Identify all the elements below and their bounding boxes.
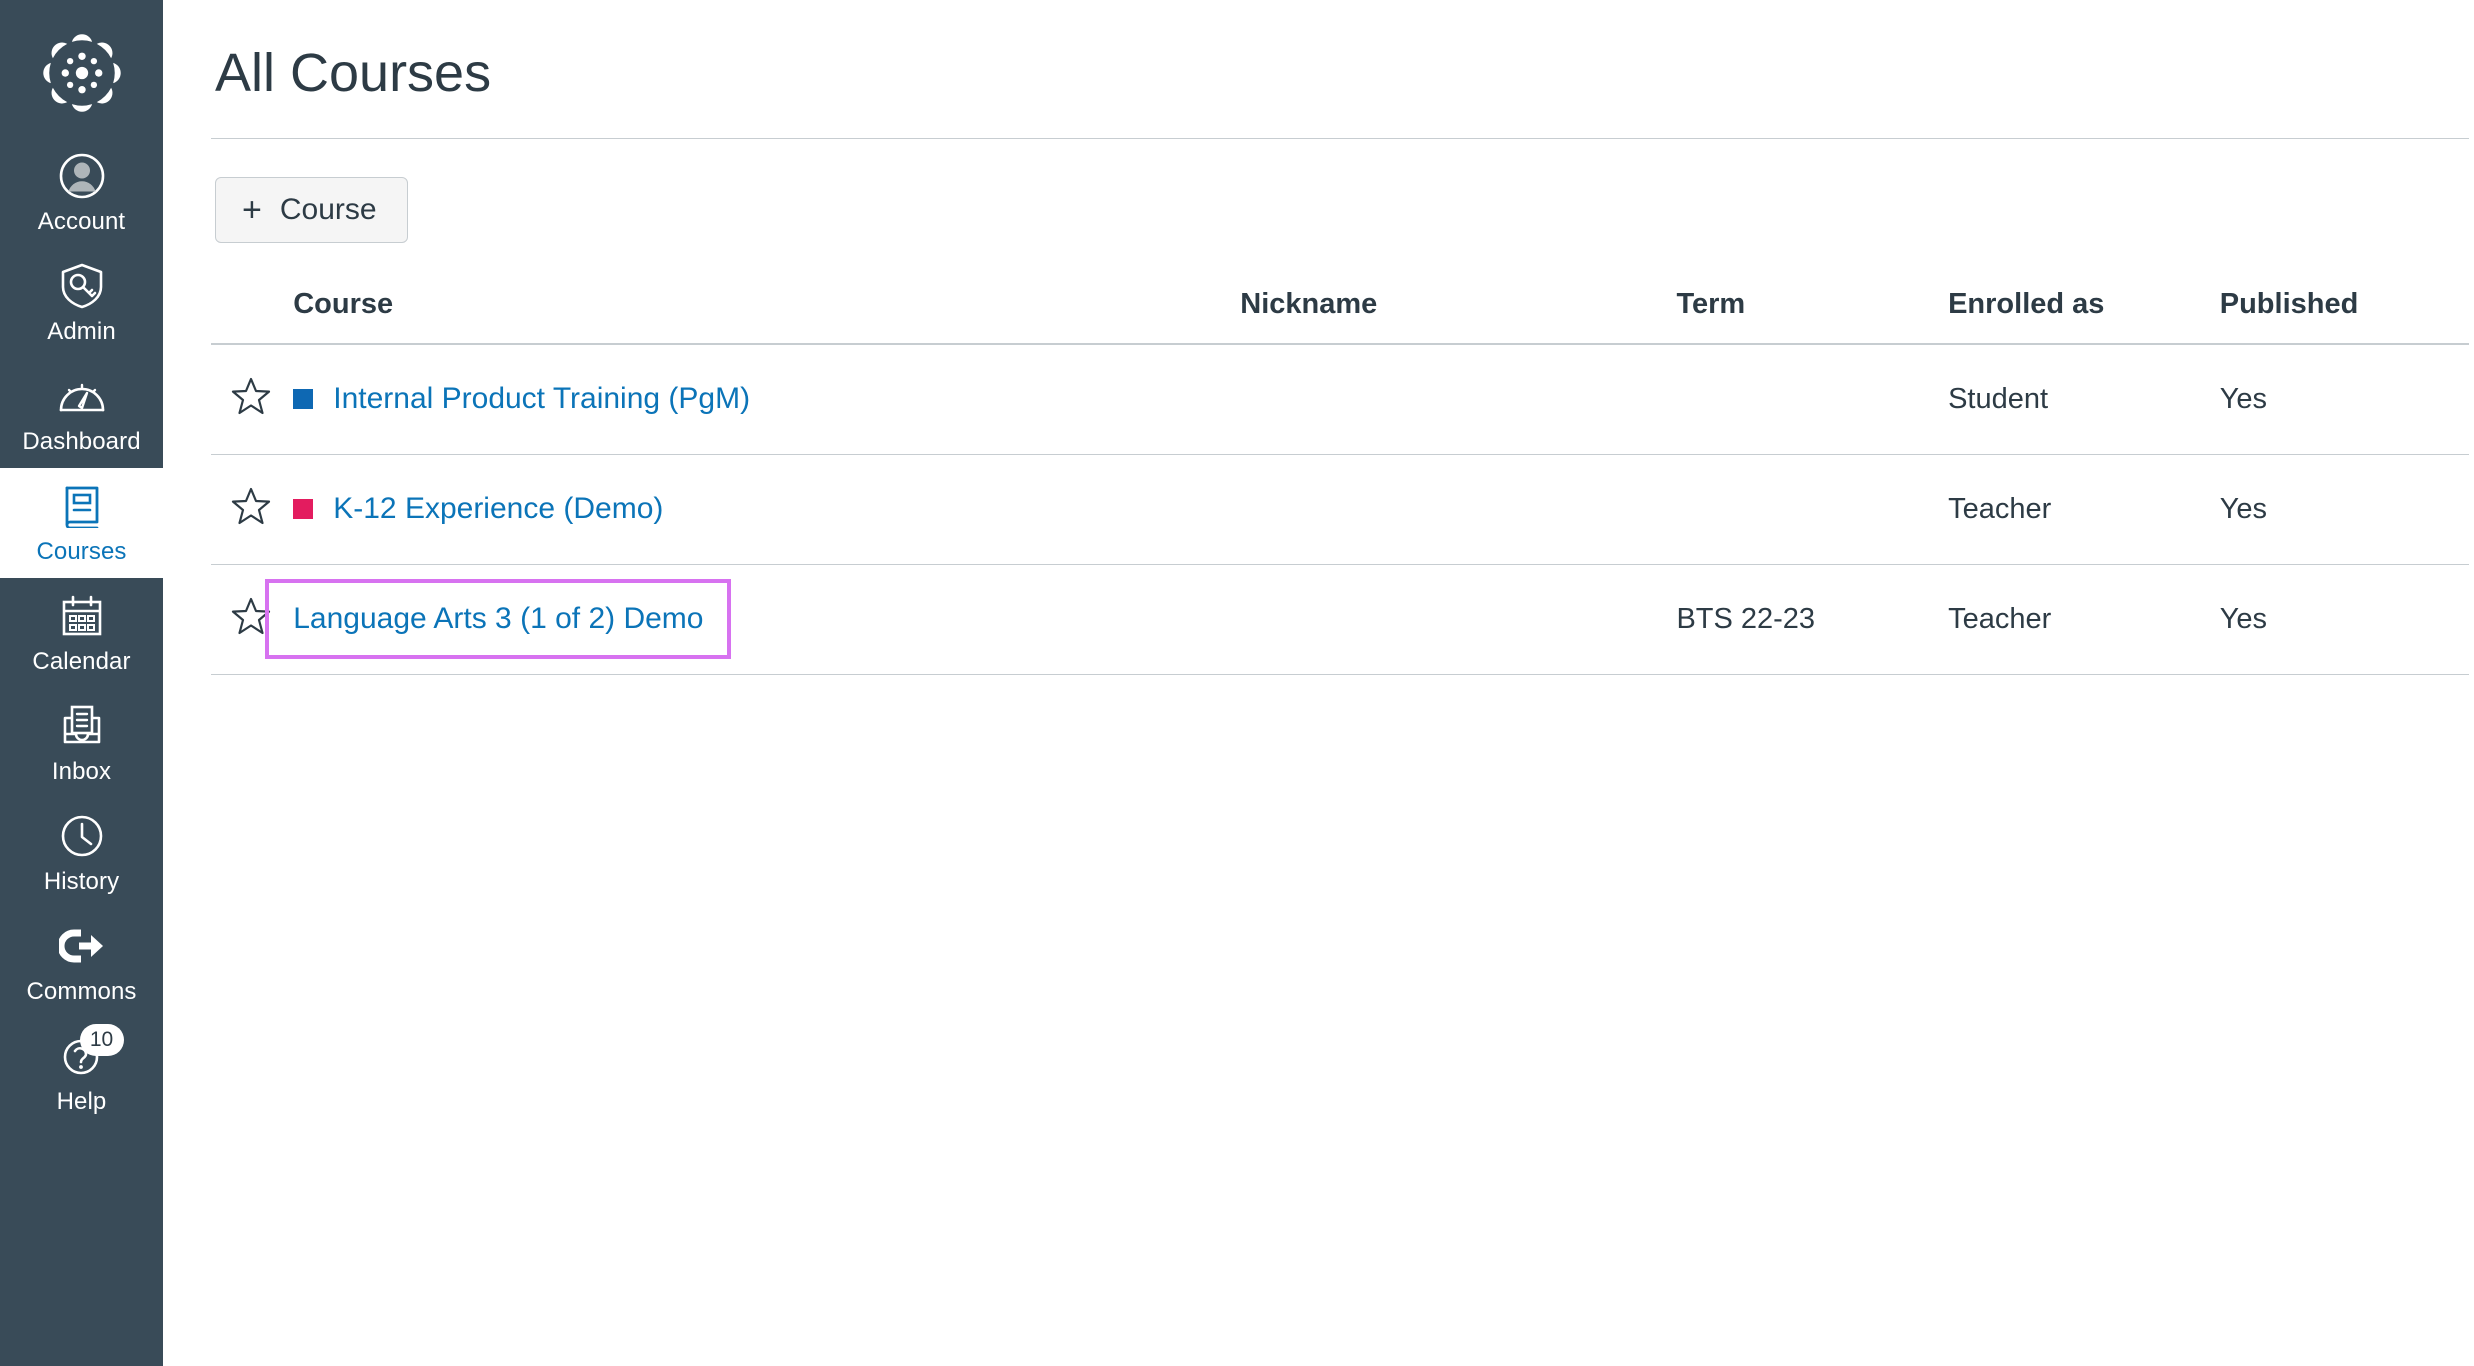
global-navigation-sidebar: Account Admin Dashboard Courses Calendar… (0, 0, 163, 1366)
courses-table-body: Internal Product Training (PgM) Student Ye… (211, 344, 2469, 675)
sidebar-item-help[interactable]: 10 Help (0, 1018, 163, 1128)
title-divider (211, 138, 2469, 139)
term-cell (1676, 454, 1949, 565)
course-cell: K-12 Experience (Demo) (293, 454, 1241, 565)
gauge-icon (58, 372, 106, 420)
enrolled-as-cell: Teacher (1948, 454, 2220, 565)
published-cell: Yes (2219, 564, 2469, 675)
course-color-swatch (293, 499, 314, 519)
column-header-term: Term (1676, 287, 1949, 345)
add-course-button[interactable]: + Course (215, 177, 408, 243)
course-cell-inner: Internal Product Training (PgM) (293, 381, 1240, 417)
favorite-cell (211, 454, 294, 565)
sidebar-item-commons[interactable]: Commons (0, 908, 163, 1018)
course-cell-inner: K-12 Experience (Demo) (293, 491, 1240, 527)
term-cell (1676, 344, 1949, 455)
sidebar-item-label: Courses (36, 538, 127, 565)
nickname-cell (1240, 344, 1677, 455)
table-row: K-12 Experience (Demo) Teacher Yes (211, 454, 2469, 565)
term-cell: BTS 22-23 (1676, 564, 1949, 675)
shield-key-icon (58, 262, 106, 310)
course-cell-inner: Language Arts 3 (1 of 2) Demo (265, 579, 1240, 659)
course-link[interactable]: K-12 Experience (Demo) (333, 491, 663, 527)
enrolled-as-cell: Student (1948, 344, 2220, 455)
canvas-logo (42, 34, 121, 112)
add-course-button-label: Course (279, 193, 377, 226)
table-row: Language Arts 3 (1 of 2) Demo BTS 22-23 Te… (211, 564, 2469, 675)
column-header-favorite (211, 287, 294, 345)
courses-table: Course Nickname Term Enrolled as Publish… (211, 287, 2469, 675)
published-cell: Yes (2219, 344, 2469, 455)
table-header-row: Course Nickname Term Enrolled as Publish… (211, 287, 2469, 345)
sidebar-item-label: Account (37, 208, 126, 235)
star-outline-icon[interactable] (229, 374, 273, 418)
sidebar-item-inbox[interactable]: Inbox (0, 688, 163, 798)
table-row: Internal Product Training (PgM) Student Ye… (211, 344, 2469, 455)
courses-table-header: Course Nickname Term Enrolled as Publish… (211, 287, 2469, 345)
calendar-icon (58, 592, 106, 640)
nickname-cell (1240, 454, 1677, 565)
sidebar-item-label: Inbox (51, 758, 112, 785)
help-badge: 10 (79, 1024, 124, 1056)
sidebar-item-label: Calendar (32, 648, 131, 675)
book-icon (58, 482, 106, 530)
column-header-course: Course (293, 287, 1241, 345)
account-avatar-icon (58, 152, 106, 200)
sidebar-item-label: Admin (47, 318, 116, 345)
course-link[interactable]: Language Arts 3 (1 of 2) Demo (265, 579, 732, 659)
sidebar-item-label: History (43, 868, 120, 895)
column-header-enrolled-as: Enrolled as (1948, 287, 2220, 345)
sidebar-item-dashboard[interactable]: Dashboard (0, 358, 163, 468)
canvas-app: Account Admin Dashboard Courses Calendar… (0, 0, 2474, 1366)
column-header-published: Published (2219, 287, 2469, 345)
sidebar-item-admin[interactable]: Admin (0, 248, 163, 358)
favorite-cell (211, 344, 294, 455)
sidebar-item-courses[interactable]: Courses (0, 468, 163, 578)
course-cell: Internal Product Training (PgM) (293, 344, 1241, 455)
course-cell: Language Arts 3 (1 of 2) Demo (265, 564, 1241, 675)
question-circle-icon: 10 (58, 1024, 124, 1080)
star-outline-icon[interactable] (229, 594, 273, 638)
sidebar-item-label: Help (56, 1088, 107, 1115)
plus-icon: + (242, 191, 262, 229)
column-header-nickname: Nickname (1240, 287, 1677, 345)
course-color-swatch (293, 389, 314, 410)
sidebar-item-label: Commons (26, 978, 137, 1005)
enrolled-as-cell: Teacher (1948, 564, 2220, 675)
star-outline-icon[interactable] (229, 484, 273, 528)
main-content: All Courses + Course Course Nickname Ter… (163, 0, 2474, 1366)
published-cell: Yes (2219, 454, 2469, 565)
canvas-logo-link[interactable] (0, 8, 163, 138)
clock-icon (58, 812, 106, 860)
sidebar-item-label: Dashboard (22, 428, 141, 455)
course-link[interactable]: Internal Product Training (PgM) (333, 381, 750, 417)
inbox-tray-icon (58, 702, 106, 750)
sidebar-item-account[interactable]: Account (0, 138, 163, 248)
nickname-cell (1240, 564, 1677, 675)
sidebar-item-calendar[interactable]: Calendar (0, 578, 163, 688)
commons-arrow-icon (58, 922, 106, 970)
sidebar-item-history[interactable]: History (0, 798, 163, 908)
page-title: All Courses (215, 43, 492, 103)
